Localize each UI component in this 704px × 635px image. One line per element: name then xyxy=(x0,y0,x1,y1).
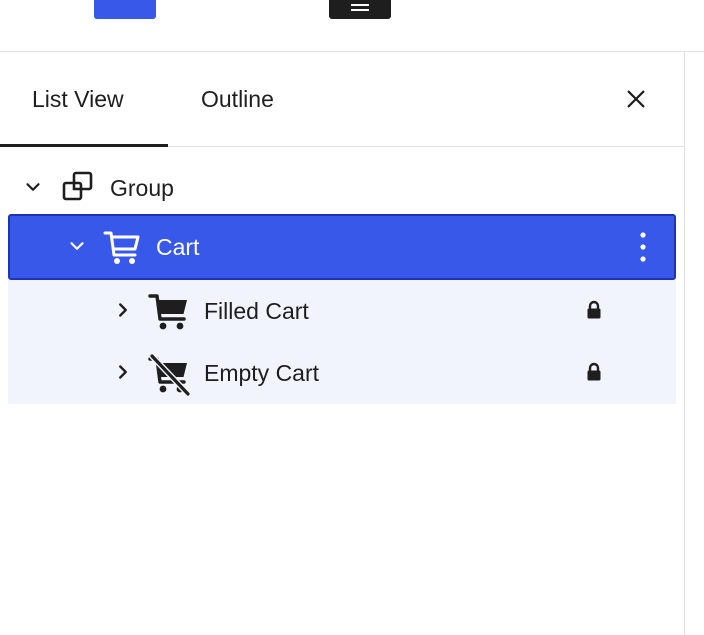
group-icon xyxy=(60,171,96,205)
chevron-down-icon[interactable] xyxy=(22,176,44,198)
cart-icon xyxy=(102,229,142,267)
more-vertical-icon[interactable] xyxy=(636,229,650,265)
panel-tabs: List View Outline xyxy=(0,52,684,147)
tree-row-label: Cart xyxy=(156,234,200,260)
panel-divider xyxy=(684,52,685,635)
chevron-down-icon[interactable] xyxy=(66,235,88,257)
close-icon xyxy=(627,90,645,108)
tab-list-view-label: List View xyxy=(32,86,124,112)
tree-row-label: Group xyxy=(110,175,174,201)
tree-row-label: Empty Cart xyxy=(204,360,320,386)
filled-cart-icon xyxy=(148,292,190,332)
lock-icon xyxy=(586,362,602,382)
tab-list-view[interactable]: List View xyxy=(0,52,168,147)
tab-outline[interactable]: Outline xyxy=(168,52,308,146)
tree-row-filled-cart[interactable]: Filled Cart xyxy=(8,280,676,342)
tree-row-label: Filled Cart xyxy=(204,298,309,324)
tree-row-cart-selected[interactable]: Cart xyxy=(8,214,676,280)
tree-row-group[interactable]: Group xyxy=(8,157,676,219)
tree-row-empty-cart[interactable]: Empty Cart xyxy=(8,342,676,404)
active-tab-indicator xyxy=(0,144,168,147)
toolbar-blue-button[interactable] xyxy=(94,0,156,19)
close-panel-button[interactable] xyxy=(614,82,658,116)
editor-top-toolbar xyxy=(0,0,704,52)
list-view-panel: List View Outline Group Cart Filled Cart… xyxy=(0,52,684,635)
chevron-right-icon[interactable] xyxy=(112,361,134,383)
tab-outline-label: Outline xyxy=(201,86,274,112)
empty-cart-icon xyxy=(148,354,192,396)
toolbar-dark-button[interactable] xyxy=(329,0,391,19)
lock-icon xyxy=(586,300,602,320)
chevron-right-icon[interactable] xyxy=(112,299,134,321)
menu-icon xyxy=(351,4,369,6)
